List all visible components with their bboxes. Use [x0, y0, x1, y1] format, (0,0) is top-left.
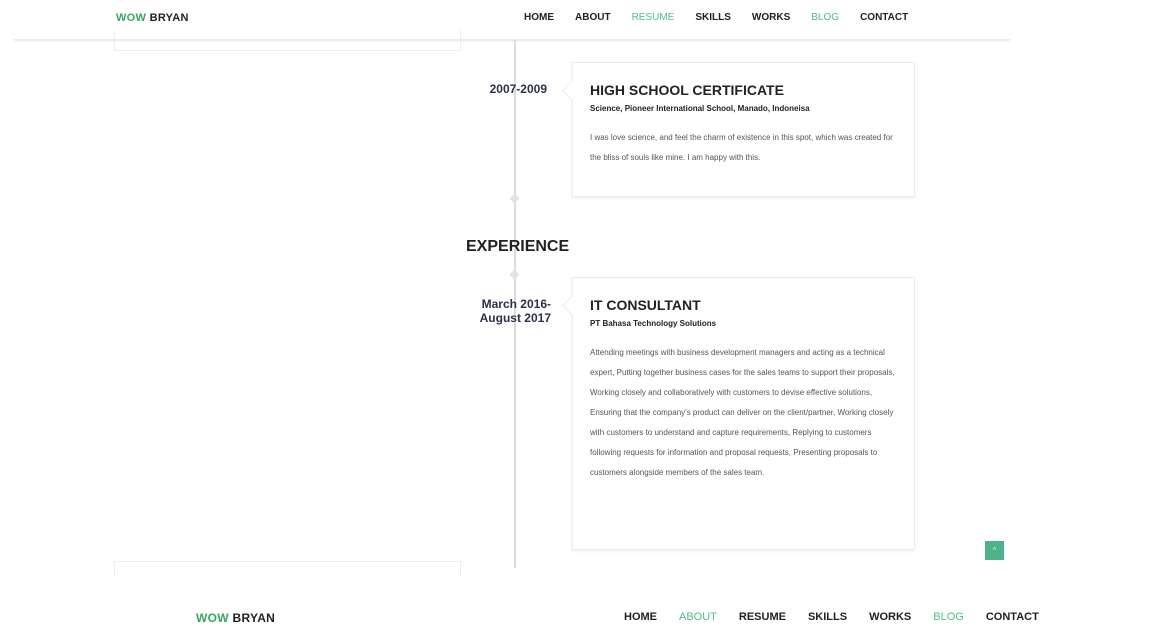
education-card: HIGH SCHOOL CERTIFICATE Science, Pioneer… [572, 62, 915, 197]
education-title: HIGH SCHOOL CERTIFICATE [590, 82, 784, 98]
education-date: 2007-2009 [489, 82, 547, 96]
footer-nav-blog[interactable]: BLOG [933, 611, 964, 623]
nav-blog[interactable]: BLOG [811, 12, 839, 23]
footer-nav-resume[interactable]: RESUME [739, 611, 786, 623]
experience-card: IT CONSULTANT PT Bahasa Technology Solut… [572, 277, 915, 550]
experience-subtitle: PT Bahasa Technology Solutions [590, 319, 717, 328]
nav-about[interactable]: ABOUT [575, 12, 611, 23]
site-logo[interactable]: WOW BRYAN [116, 12, 189, 24]
left-panel-bottom [114, 561, 461, 576]
footer-nav-works[interactable]: WORKS [869, 611, 911, 623]
footer-nav: HOME ABOUT RESUME SKILLS WORKS BLOG CONT… [624, 611, 1061, 623]
footer-nav-skills[interactable]: SKILLS [808, 611, 847, 623]
chevron-up-icon: ^ [992, 546, 997, 555]
footer-logo-text-bryan: BRYAN [228, 611, 276, 625]
section-title-experience: EXPERIENCE [466, 238, 570, 255]
experience-date-end: August 2017 [479, 311, 551, 325]
education-subtitle: Science, Pioneer International School, M… [590, 104, 810, 113]
left-panel-top [114, 30, 461, 51]
experience-date: March 2016- August 2017 [441, 297, 551, 325]
experience-date-start: March 2016- [481, 297, 551, 311]
experience-title: IT CONSULTANT [590, 297, 701, 313]
nav-home[interactable]: HOME [524, 12, 554, 23]
main-nav: HOME ABOUT RESUME SKILLS WORKS BLOG CONT… [524, 12, 929, 23]
experience-description: Attending meetings with business develop… [590, 348, 895, 477]
scroll-top-button[interactable]: ^ [985, 541, 1004, 560]
logo-text-bryan: BRYAN [146, 12, 189, 24]
footer-nav-contact[interactable]: CONTACT [986, 611, 1039, 623]
footer-nav-home[interactable]: HOME [624, 611, 657, 623]
timeline-dot [509, 193, 520, 204]
nav-skills[interactable]: SKILLS [695, 12, 731, 23]
nav-resume[interactable]: RESUME [632, 12, 675, 23]
footer-logo-text-wow: WOW [196, 611, 229, 625]
footer-nav-about[interactable]: ABOUT [679, 611, 717, 623]
logo-text-wow: WOW [116, 12, 147, 24]
footer-logo[interactable]: WOW BRYAN [196, 611, 275, 625]
education-description: I was love science, and feel the charm o… [590, 133, 893, 162]
timeline-dot [509, 269, 520, 280]
nav-contact[interactable]: CONTACT [860, 12, 908, 23]
nav-works[interactable]: WORKS [752, 12, 790, 23]
